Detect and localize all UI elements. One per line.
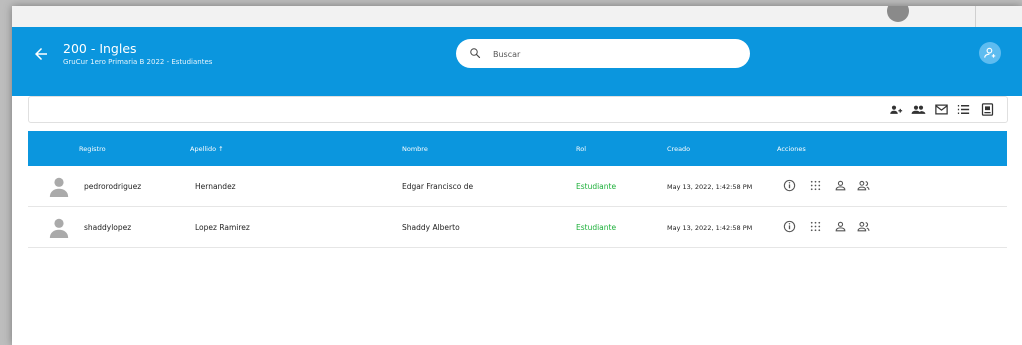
course-title: 200 - Ingles bbox=[63, 41, 137, 56]
search-input[interactable] bbox=[491, 45, 735, 63]
back-arrow-icon[interactable] bbox=[32, 45, 50, 63]
col-creado[interactable]: Creado bbox=[667, 145, 690, 153]
person-add-icon bbox=[984, 47, 996, 58]
cell-rol: Estudiante bbox=[576, 182, 617, 191]
cell-nombre: Shaddy Alberto bbox=[402, 223, 460, 232]
info-icon[interactable] bbox=[783, 220, 796, 233]
group-icon[interactable] bbox=[857, 179, 870, 192]
table-row[interactable]: shaddylopez Lopez Ramirez Shaddy Alberto… bbox=[28, 207, 1007, 248]
divider bbox=[975, 6, 976, 27]
info-icon[interactable] bbox=[783, 179, 796, 192]
actions-toolbar bbox=[28, 96, 1008, 123]
person-icon[interactable] bbox=[834, 220, 847, 233]
cell-creado: May 13, 2022, 1:42:58 PM bbox=[667, 224, 753, 232]
cell-apellido: Lopez Ramirez bbox=[195, 223, 250, 232]
grid-icon[interactable] bbox=[809, 179, 822, 192]
app-window: 200 - Ingles GruCur 1ero Primaria B 2022… bbox=[12, 6, 1022, 345]
top-strip bbox=[12, 6, 1022, 28]
list-icon[interactable] bbox=[956, 102, 971, 117]
cell-creado: May 13, 2022, 1:42:58 PM bbox=[667, 183, 753, 191]
cell-nombre: Edgar Francisco de bbox=[402, 182, 474, 191]
col-rol[interactable]: Rol bbox=[576, 145, 586, 153]
email-icon[interactable] bbox=[934, 102, 949, 117]
cell-registro: pedrorodriguez bbox=[84, 182, 142, 191]
cell-rol: Estudiante bbox=[576, 223, 617, 232]
table-row[interactable]: pedrorodriguez Hernandez Edgar Francisco… bbox=[28, 166, 1007, 207]
search-box bbox=[456, 39, 750, 68]
search-icon bbox=[470, 48, 481, 59]
cell-registro: shaddylopez bbox=[84, 223, 132, 232]
col-apellido[interactable]: Apellido ↑ bbox=[190, 145, 224, 153]
export-icon[interactable] bbox=[980, 102, 995, 117]
group-icon[interactable] bbox=[911, 102, 926, 117]
col-nombre[interactable]: Nombre bbox=[402, 145, 428, 153]
course-header: 200 - Ingles GruCur 1ero Primaria B 2022… bbox=[12, 27, 1022, 96]
group-add-icon[interactable] bbox=[889, 102, 904, 117]
person-icon[interactable] bbox=[834, 179, 847, 192]
user-avatar-icon bbox=[49, 177, 69, 197]
cell-apellido: Hernandez bbox=[195, 182, 236, 191]
grid-icon[interactable] bbox=[809, 220, 822, 233]
user-avatar[interactable] bbox=[887, 6, 909, 22]
table-header: Registro Apellido ↑ Nombre Rol Creado Ac… bbox=[28, 131, 1007, 166]
students-table: Registro Apellido ↑ Nombre Rol Creado Ac… bbox=[28, 131, 1007, 248]
col-acciones: Acciones bbox=[777, 145, 806, 153]
group-icon[interactable] bbox=[857, 220, 870, 233]
course-subtitle: GruCur 1ero Primaria B 2022 - Estudiante… bbox=[63, 58, 213, 66]
user-avatar-icon bbox=[49, 218, 69, 238]
header-action-button[interactable] bbox=[979, 42, 1001, 64]
col-registro[interactable]: Registro bbox=[79, 145, 106, 153]
